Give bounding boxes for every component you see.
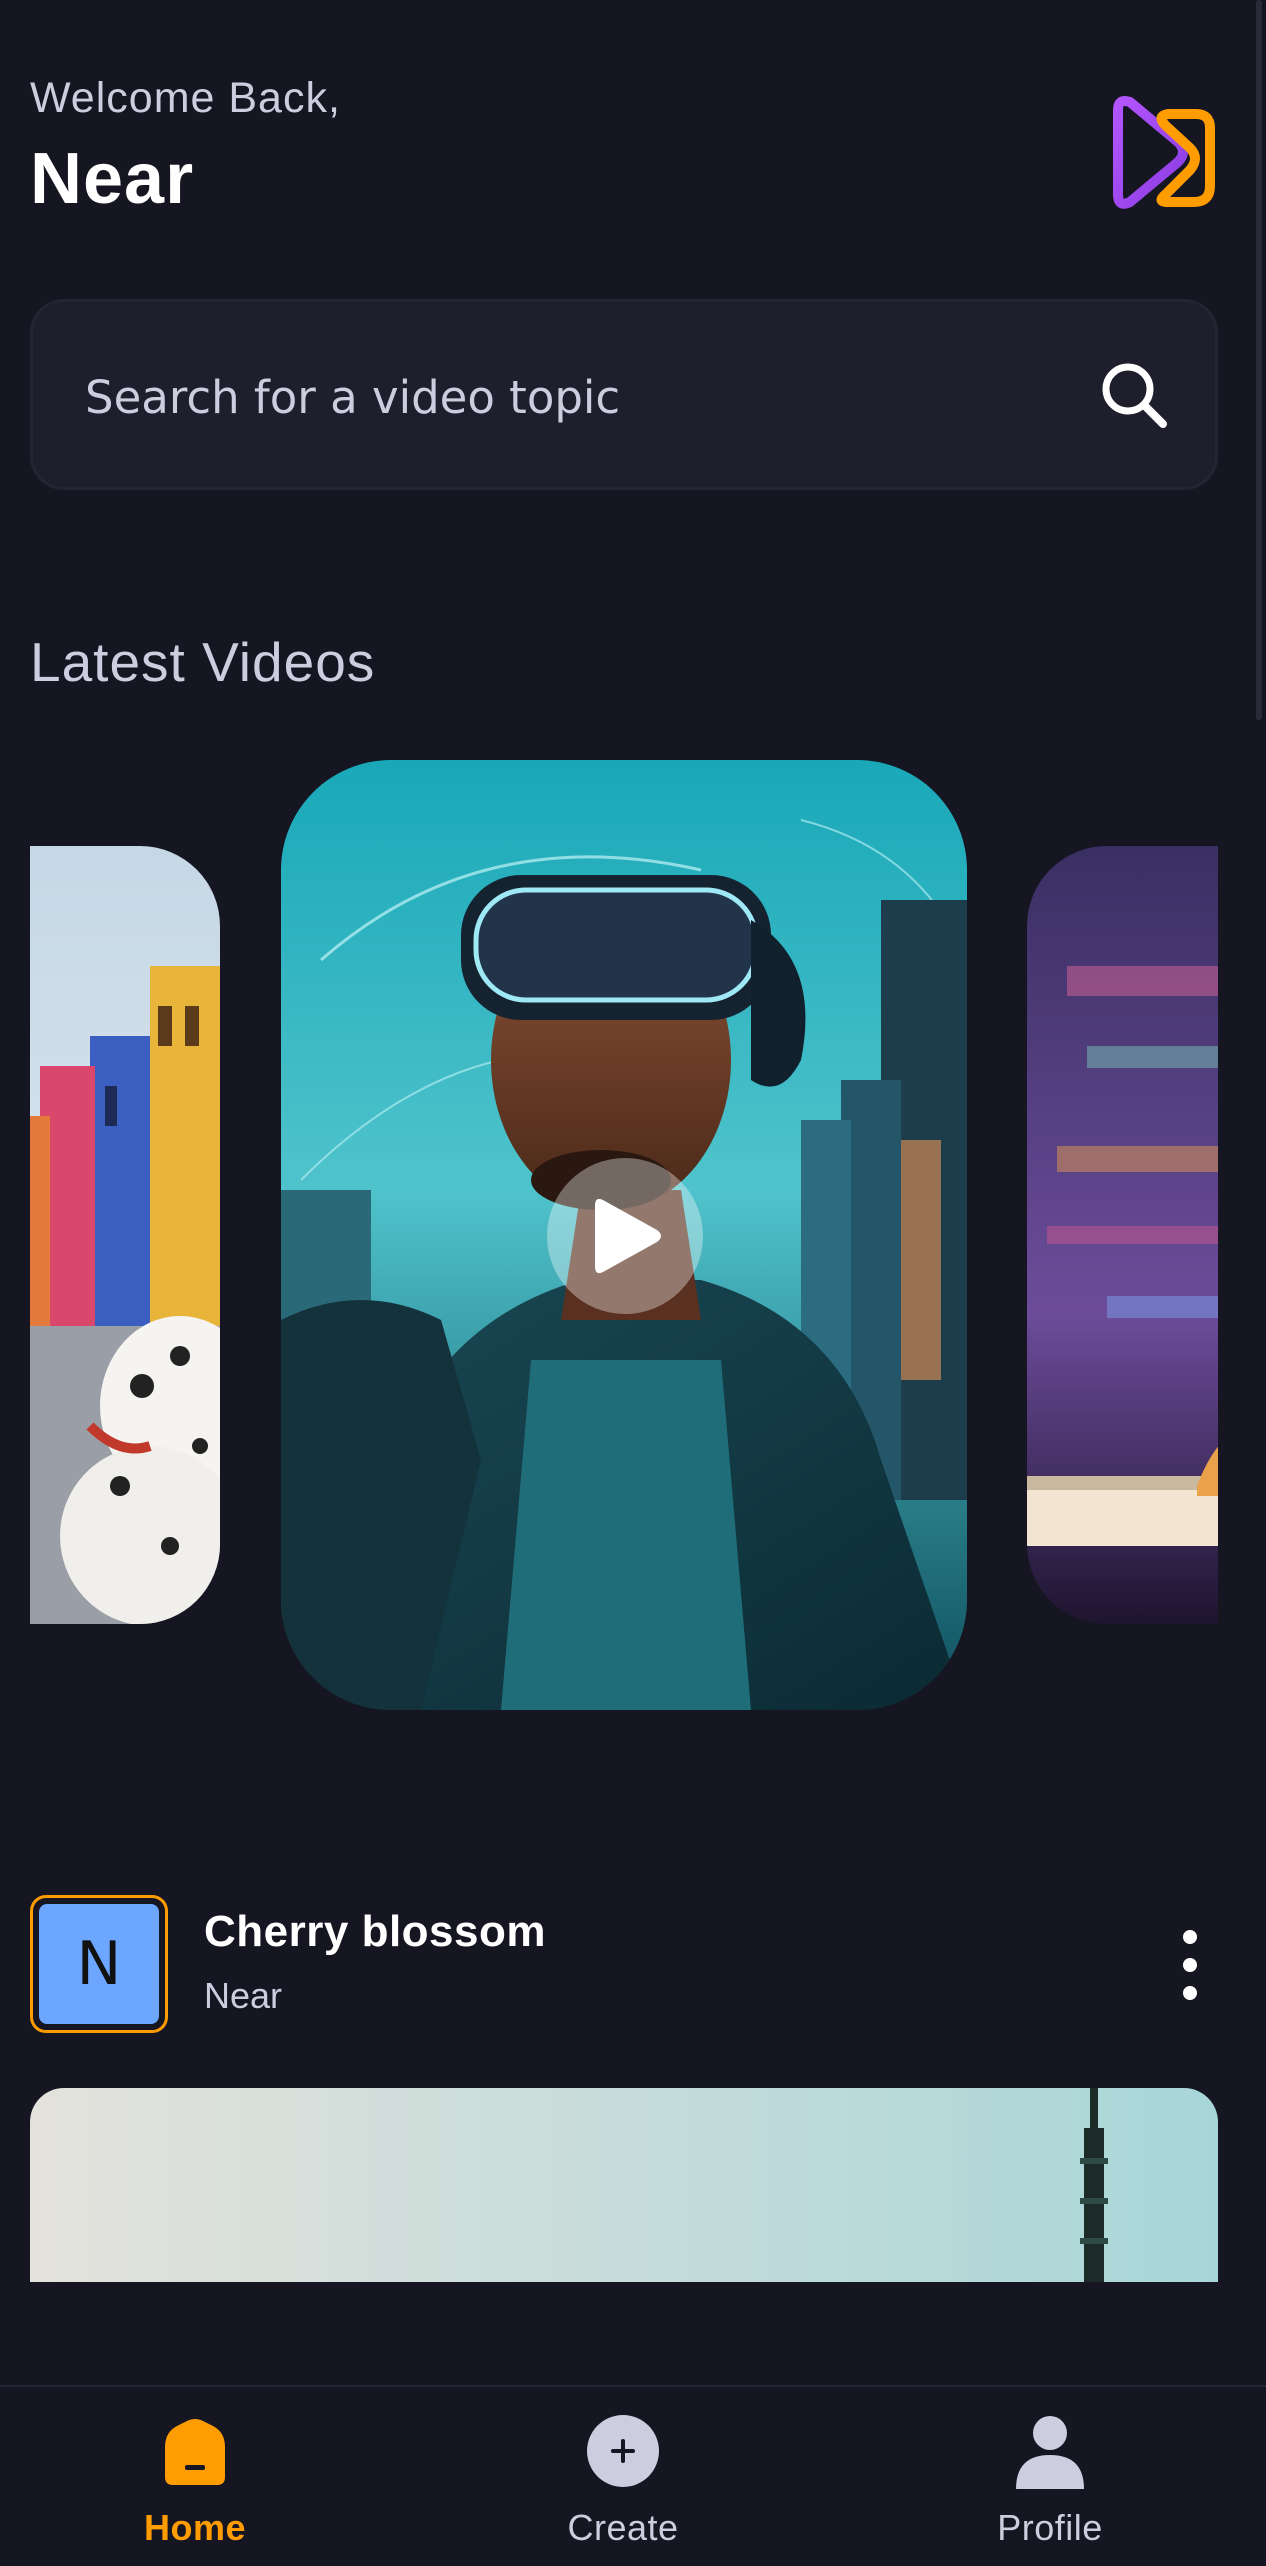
video-card-keyboard[interactable] xyxy=(1027,846,1218,1624)
more-vertical-icon[interactable] xyxy=(1170,1915,1210,2015)
home-icon xyxy=(165,2419,225,2485)
tab-create[interactable]: Create xyxy=(473,2387,773,2566)
latest-videos-carousel[interactable] xyxy=(30,760,1218,1710)
app-logo-icon xyxy=(1113,96,1215,209)
avatar-letter: N xyxy=(39,1904,159,2024)
video-thumbnail[interactable] xyxy=(30,2088,1218,2282)
plus-circle-icon xyxy=(587,2415,659,2487)
search-icon[interactable] xyxy=(1097,358,1171,432)
latest-videos-heading: Latest Videos xyxy=(30,631,376,693)
scroll-indicator[interactable] xyxy=(1256,0,1262,720)
user-icon xyxy=(1016,2416,1084,2489)
tab-profile-label: Profile xyxy=(997,2507,1103,2548)
play-icon[interactable] xyxy=(545,1156,705,1316)
tab-profile[interactable]: Profile xyxy=(900,2387,1200,2566)
video-title: Cherry blossom xyxy=(204,1907,546,1956)
username: Near xyxy=(30,139,195,219)
welcome-text: Welcome Back, xyxy=(30,74,341,122)
header: Welcome Back, Near xyxy=(30,70,1218,230)
video-post: N Cherry blossom Near xyxy=(30,1895,1218,2035)
video-card-dalmatian[interactable] xyxy=(30,846,220,1624)
search-input[interactable] xyxy=(85,352,1045,442)
search-bar xyxy=(30,299,1218,490)
bottom-tab-bar: Home Create Profile xyxy=(0,2385,1266,2566)
tab-home[interactable]: Home xyxy=(45,2387,345,2566)
avatar[interactable]: N xyxy=(30,1895,168,2033)
video-author: Near xyxy=(204,1975,283,2016)
tab-create-label: Create xyxy=(567,2507,679,2548)
tab-home-label: Home xyxy=(143,2507,247,2548)
